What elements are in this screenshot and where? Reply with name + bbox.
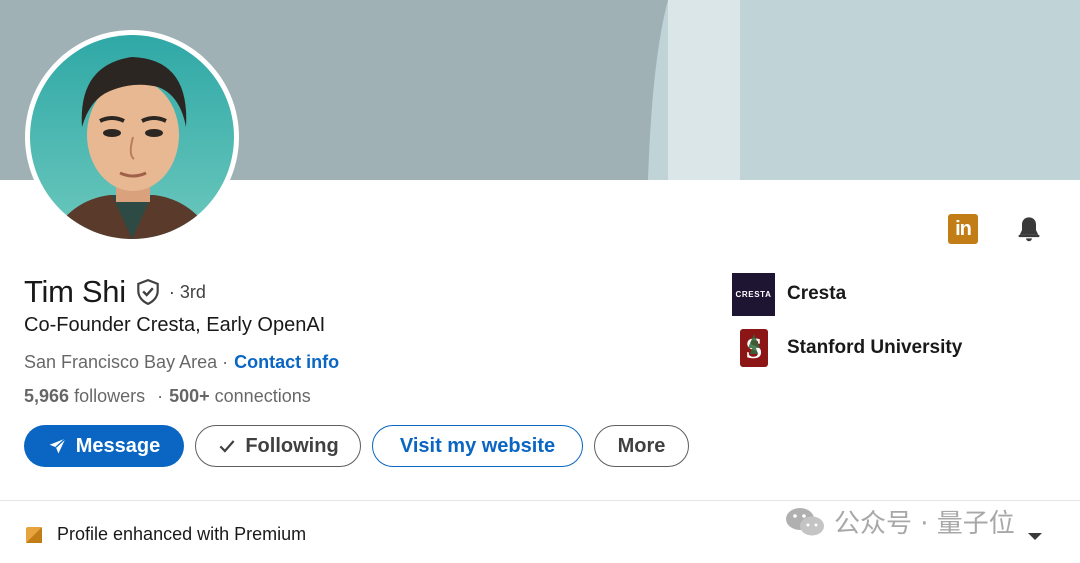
message-button-label: Message (75, 434, 161, 457)
more-button[interactable]: More (594, 425, 689, 467)
watermark: 公众号 · 量子位 (784, 503, 1015, 540)
header-icons: in (948, 214, 1044, 244)
following-button-label: Following (245, 434, 339, 457)
visit-website-button[interactable]: Visit my website (372, 425, 583, 467)
followers-label: followers (74, 386, 146, 406)
profile-name: Tim Shi (24, 274, 126, 309)
org-name: Cresta (787, 283, 847, 304)
connection-degree: · 3rd (168, 281, 206, 302)
connections-label: connections (214, 386, 311, 406)
section-divider (0, 500, 1080, 501)
bell-icon[interactable] (1014, 214, 1044, 244)
stanford-logo: S (732, 327, 775, 370)
stats-separator: · (157, 386, 164, 406)
send-icon (48, 436, 68, 456)
verified-shield-icon[interactable] (135, 278, 161, 306)
visit-website-label: Visit my website (399, 434, 556, 457)
org-cresta[interactable]: CRESTA Cresta (732, 272, 962, 316)
more-button-label: More (617, 434, 666, 457)
location-row: San Francisco Bay Area · Contact info (24, 352, 339, 373)
connections-count: 500+ (169, 386, 210, 406)
watermark-text: 公众号 · 量子位 (834, 509, 1015, 539)
org-name: Stanford University (787, 337, 963, 358)
followers-stat[interactable]: 5,966 followers (24, 386, 145, 407)
stats-row: 5,966 followers · 500+ connections (24, 386, 311, 407)
message-button[interactable]: Message (24, 425, 184, 467)
name-row: Tim Shi · 3rd (24, 274, 206, 310)
premium-icon (26, 526, 42, 543)
wechat-icon (786, 507, 824, 535)
check-icon (217, 436, 237, 456)
premium-footer: Profile enhanced with Premium (26, 524, 306, 545)
following-button[interactable]: Following (195, 425, 361, 467)
profile-headline: Co-Founder Cresta, Early OpenAI (24, 314, 326, 336)
followers-count: 5,966 (24, 386, 70, 406)
linkedin-premium-icon[interactable]: in (948, 214, 978, 244)
connections-stat[interactable]: 500+ connections (169, 386, 311, 407)
profile-organizations: CRESTA Cresta S Stanford University (732, 272, 962, 380)
premium-text: Profile enhanced with Premium (57, 524, 307, 544)
org-stanford[interactable]: S Stanford University (732, 326, 962, 370)
profile-avatar[interactable] (25, 30, 239, 244)
cresta-logo: CRESTA (732, 272, 775, 316)
contact-info-link[interactable]: Contact info (234, 352, 339, 373)
profile-actions: Message Following Visit my website More (24, 425, 689, 467)
profile-location: San Francisco Bay Area · (24, 352, 229, 372)
chevron-down-icon[interactable] (1026, 530, 1044, 548)
